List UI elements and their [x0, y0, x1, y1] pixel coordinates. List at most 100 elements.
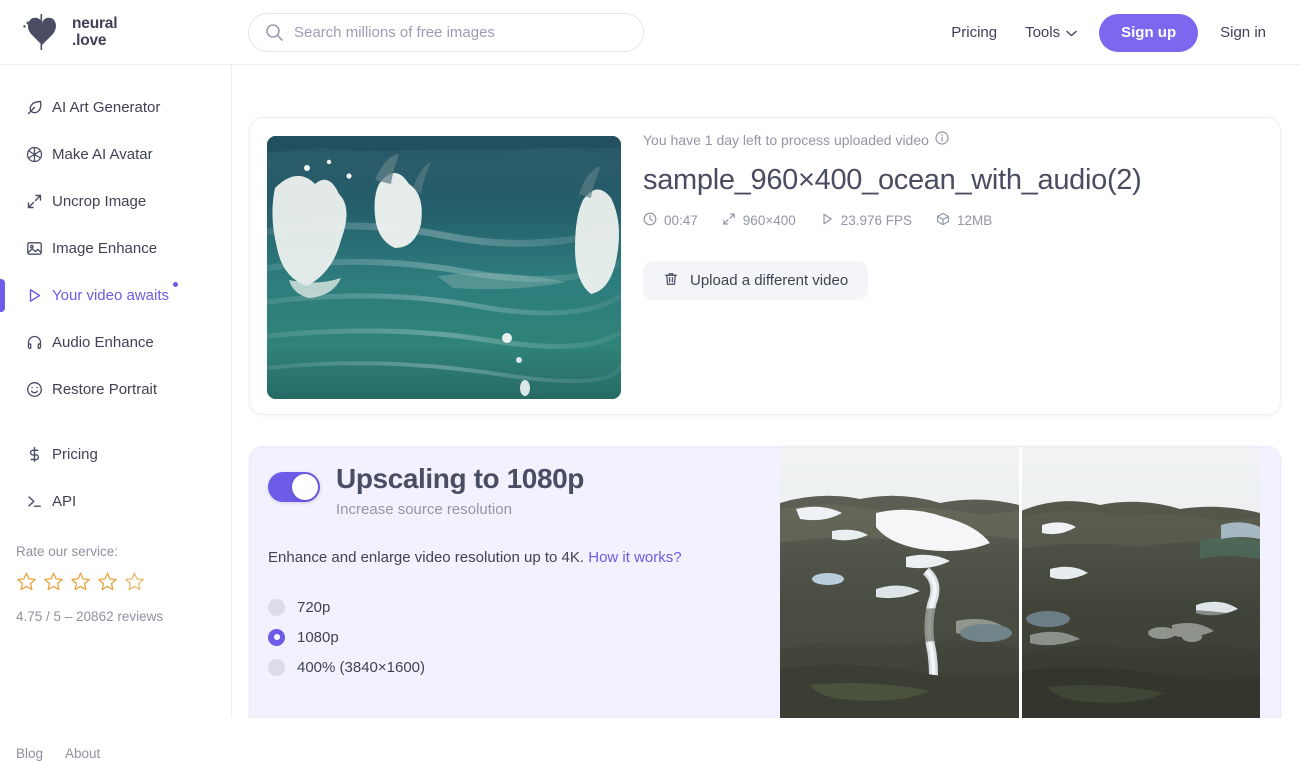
star-icon[interactable]	[124, 571, 145, 597]
star-icon[interactable]	[97, 571, 118, 597]
meta-value: 12MB	[957, 213, 992, 228]
star-rating[interactable]	[16, 571, 226, 597]
clock-icon	[643, 212, 657, 229]
top-header: neural .love Pricing Tools Sign up Sign …	[0, 0, 1300, 65]
sidebar: AI Art Generator Make AI Avatar Uncrop I…	[0, 65, 232, 718]
video-thumbnail[interactable]	[267, 136, 621, 399]
resolution-option-400[interactable]: 400% (3840×1600)	[268, 652, 768, 682]
resolution-option-label: 1080p	[297, 629, 339, 646]
sidebar-item-api[interactable]: API	[0, 478, 231, 525]
sidebar-item-label: AI Art Generator	[52, 99, 160, 116]
how-it-works-link[interactable]: How it works?	[588, 549, 681, 566]
upload-different-video-button[interactable]: Upload a different video	[643, 261, 868, 300]
sign-up-button[interactable]: Sign up	[1099, 14, 1198, 52]
processing-notice-text: You have 1 day left to process uploaded …	[643, 132, 929, 148]
logo[interactable]: neural .love	[18, 10, 233, 54]
play-triangle-icon	[26, 287, 48, 304]
upscaling-header: Upscaling to 1080p Increase source resol…	[268, 462, 768, 518]
sidebar-item-make-ai-avatar[interactable]: Make AI Avatar	[0, 131, 231, 178]
sidebar-item-ai-art-generator[interactable]: AI Art Generator	[0, 84, 231, 131]
meta-duration: 00:47	[643, 212, 698, 229]
star-icon[interactable]	[16, 571, 37, 597]
before-after-comparison[interactable]	[780, 447, 1260, 718]
star-icon[interactable]	[43, 571, 64, 597]
sidebar-item-your-video-awaits[interactable]: Your video awaits	[0, 272, 231, 319]
sidebar-item-label: Your video awaits	[52, 287, 169, 304]
star-icon[interactable]	[70, 571, 91, 597]
nav-signin-label: Sign in	[1220, 24, 1266, 41]
sidebar-item-uncrop-image[interactable]: Uncrop Image	[0, 178, 231, 225]
logo-line-2: .love	[72, 32, 117, 49]
meta-value: 00:47	[664, 213, 698, 228]
upscaling-card: Upscaling to 1080p Increase source resol…	[249, 446, 1281, 718]
sidebar-item-pricing[interactable]: Pricing	[0, 431, 231, 478]
search-input[interactable]	[294, 24, 614, 41]
upscaling-subtitle: Increase source resolution	[336, 501, 584, 518]
video-title: sample_960×400_ocean_with_audio(2)	[643, 164, 1262, 197]
dollar-icon	[26, 446, 48, 463]
sidebar-item-label: Uncrop Image	[52, 193, 146, 210]
sidebar-item-restore-portrait[interactable]: Restore Portrait	[0, 366, 231, 413]
cube-icon	[936, 212, 950, 229]
resolution-option-1080p[interactable]: 1080p	[268, 622, 768, 652]
radio-icon[interactable]	[268, 659, 285, 676]
meta-resolution: 960×400	[722, 212, 796, 229]
nav-pricing[interactable]: Pricing	[937, 24, 1011, 41]
logo-text: neural .love	[72, 15, 117, 49]
comparison-slider-handle[interactable]	[1019, 447, 1022, 718]
nav-pricing-label: Pricing	[951, 24, 997, 41]
sidebar-item-label: Make AI Avatar	[52, 146, 153, 163]
upscaling-description-text: Enhance and enlarge video resolution up …	[268, 549, 588, 566]
toggle-knob	[292, 474, 318, 500]
upscaling-title: Upscaling to 1080p	[336, 462, 584, 496]
main-content: You have 1 day left to process uploaded …	[232, 65, 1300, 718]
meta-filesize: 12MB	[936, 212, 992, 229]
search-icon	[265, 23, 284, 42]
video-meta-row: 00:47 960×400	[643, 212, 1262, 229]
radio-selected-icon[interactable]	[268, 629, 285, 646]
header-nav: Pricing Tools Sign up Sign in	[937, 0, 1280, 65]
resolution-option-720p[interactable]: 720p	[268, 592, 768, 622]
nav-tools[interactable]: Tools	[1011, 24, 1091, 41]
sidebar-item-label: Pricing	[52, 446, 98, 463]
sidebar-footer-links: Blog About	[16, 746, 100, 761]
meta-value: 23.976 FPS	[841, 213, 912, 228]
upscaling-description: Enhance and enlarge video resolution up …	[268, 546, 698, 570]
nav-signin[interactable]: Sign in	[1206, 24, 1280, 41]
rating-summary: 4.75 / 5 – 20862 reviews	[16, 609, 226, 624]
meta-value: 960×400	[743, 213, 796, 228]
resolution-option-label: 400% (3840×1600)	[297, 659, 425, 676]
nav-tools-label: Tools	[1025, 24, 1060, 41]
sidebar-item-image-enhance[interactable]: Image Enhance	[0, 225, 231, 272]
rating-title: Rate our service:	[16, 544, 226, 559]
trash-icon	[663, 271, 679, 291]
play-triangle-icon	[820, 212, 834, 229]
search-bar[interactable]	[248, 13, 644, 52]
headphones-icon	[26, 334, 48, 351]
resolution-option-label: 720p	[297, 599, 330, 616]
sidebar-item-label: Restore Portrait	[52, 381, 157, 398]
upscaling-settings: Upscaling to 1080p Increase source resol…	[268, 462, 768, 682]
footer-link-blog[interactable]: Blog	[16, 746, 43, 761]
info-circle-icon[interactable]	[935, 131, 949, 148]
chevron-down-icon	[1066, 24, 1077, 41]
notification-dot-badge	[173, 282, 178, 287]
rating-block: Rate our service: 4.75 / 5 – 20862 revie…	[16, 544, 226, 624]
resize-arrows-icon	[722, 212, 736, 229]
footer-link-about[interactable]: About	[65, 746, 100, 761]
radio-icon[interactable]	[268, 599, 285, 616]
terminal-prompt-icon	[26, 493, 48, 510]
feather-icon	[26, 99, 48, 116]
aperture-icon	[26, 146, 48, 163]
expand-arrows-icon	[26, 193, 48, 210]
meta-fps: 23.976 FPS	[820, 212, 912, 229]
logo-line-1: neural	[72, 15, 117, 32]
sidebar-item-audio-enhance[interactable]: Audio Enhance	[0, 319, 231, 366]
upload-button-label: Upload a different video	[690, 272, 848, 289]
resolution-options: 720p 1080p 400% (3840×1600)	[268, 592, 768, 682]
image-icon	[26, 240, 48, 257]
sidebar-item-label: Image Enhance	[52, 240, 157, 257]
upscaling-toggle[interactable]	[268, 472, 320, 502]
sidebar-item-label: API	[52, 493, 76, 510]
video-info: You have 1 day left to process uploaded …	[643, 127, 1262, 300]
